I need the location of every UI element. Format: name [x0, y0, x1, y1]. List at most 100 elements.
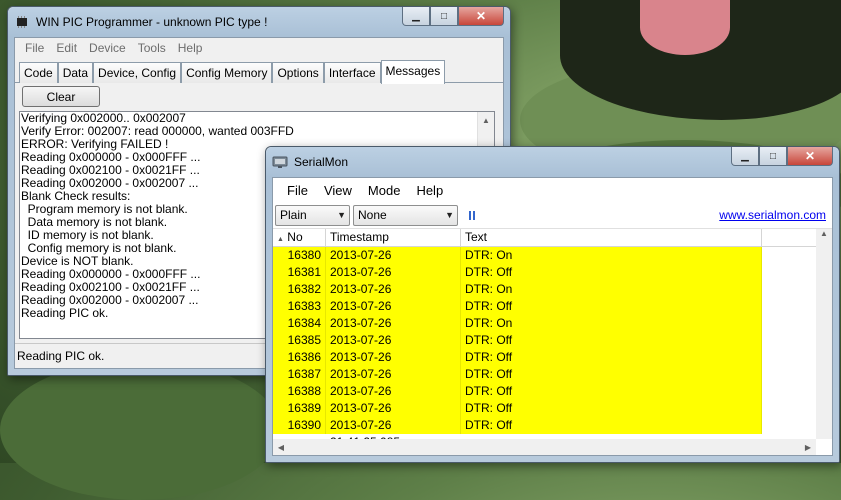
maximize-icon: □: [440, 10, 448, 22]
cell-no: 16388: [273, 383, 326, 400]
menu-tools[interactable]: Tools: [132, 41, 172, 55]
tab-messages[interactable]: Messages: [380, 60, 446, 84]
cell-no: 16384: [273, 315, 326, 332]
table-row[interactable]: 163872013-07-26 21:41:25.085DTR: Off: [273, 366, 832, 398]
table-row[interactable]: 163812013-07-26 21:41:25.084DTR: Off: [273, 264, 832, 296]
chip-icon: [17, 16, 27, 28]
scroll-right-icon[interactable]: ▶: [800, 443, 816, 452]
tab-device-config[interactable]: Device, Config: [93, 62, 182, 83]
vertical-scrollbar[interactable]: ▲: [816, 229, 832, 439]
window-title: WIN PIC Programmer - unknown PIC type !: [36, 15, 268, 29]
menu-device[interactable]: Device: [83, 41, 132, 55]
scroll-up-icon[interactable]: ▲: [816, 229, 832, 238]
menu-help[interactable]: Help: [408, 183, 451, 198]
website-link[interactable]: www.serialmon.com: [719, 208, 826, 222]
chevron-down-icon: ▼: [445, 210, 454, 220]
toolbar: Plain ▼ None ▼ www.serialmon.com: [273, 202, 832, 229]
cell-timestamp: 2013-07-26 21:41:25.085: [326, 383, 461, 415]
table-row[interactable]: 163802013-07-26 21:41:25.084DTR: On: [273, 247, 832, 279]
cell-timestamp: 2013-07-26 21:41:25.084: [326, 281, 461, 313]
clear-button[interactable]: Clear: [22, 86, 100, 107]
scroll-up-icon[interactable]: ▲: [478, 112, 494, 128]
serialmon-window: SerialMon ▁ □ ✕ File View Mode Help Plai…: [265, 146, 840, 463]
cell-text: DTR: Off: [461, 264, 762, 281]
column-header-no[interactable]: ▲ No: [273, 229, 326, 246]
data-grid[interactable]: ▲ No Timestamp Text 163802013-07-26 21:4…: [273, 229, 832, 455]
tab-config-memory[interactable]: Config Memory: [181, 62, 273, 83]
tab-strip: Code Data Device, Config Config Memory O…: [15, 57, 503, 84]
cell-timestamp: 2013-07-26 21:41:25.084: [326, 332, 461, 364]
cell-no: 16390: [273, 417, 326, 434]
window-title: SerialMon: [294, 155, 349, 169]
minimize-icon: ▁: [741, 150, 749, 162]
close-button[interactable]: ✕: [787, 147, 833, 166]
horizontal-scrollbar[interactable]: ◀ ▶: [273, 439, 816, 455]
cell-text: DTR: Off: [461, 417, 762, 434]
cell-text: DTR: Off: [461, 332, 762, 349]
cell-timestamp: 2013-07-26 21:41:25.085: [326, 417, 461, 449]
wallpaper-shape: [640, 0, 730, 55]
cell-text: DTR: Off: [461, 349, 762, 366]
maximize-icon: □: [769, 150, 777, 162]
serialmon-client: File View Mode Help Plain ▼ None ▼ www.s…: [272, 177, 833, 456]
maximize-button[interactable]: □: [759, 147, 787, 166]
cell-no: 16380: [273, 247, 326, 264]
tab-code[interactable]: Code: [19, 62, 58, 83]
grid-header: ▲ No Timestamp Text: [273, 229, 832, 247]
minimize-button[interactable]: ▁: [731, 147, 759, 166]
filter-value: None: [358, 208, 387, 222]
pause-icon[interactable]: [469, 210, 477, 220]
cell-no: 16381: [273, 264, 326, 281]
close-icon: ✕: [804, 149, 816, 163]
cell-text: DTR: On: [461, 247, 762, 264]
cell-timestamp: 2013-07-26 21:41:25.084: [326, 315, 461, 347]
menu-file[interactable]: File: [279, 183, 316, 198]
cell-timestamp: 2013-07-26 21:41:25.085: [326, 366, 461, 398]
cell-timestamp: 2013-07-26 21:41:25.084: [326, 247, 461, 279]
cell-timestamp: 2013-07-26 21:41:25.085: [326, 400, 461, 432]
menu-help[interactable]: Help: [172, 41, 209, 55]
chevron-down-icon: ▼: [337, 210, 346, 220]
cell-text: DTR: On: [461, 281, 762, 298]
column-header-timestamp[interactable]: Timestamp: [326, 229, 461, 246]
cell-no: 16387: [273, 366, 326, 383]
maximize-button[interactable]: □: [430, 7, 458, 26]
table-row[interactable]: 163902013-07-26 21:41:25.085DTR: Off: [273, 417, 832, 449]
cell-text: DTR: Off: [461, 298, 762, 315]
minimize-button[interactable]: ▁: [402, 7, 430, 26]
minimize-icon: ▁: [412, 10, 420, 22]
menu-view[interactable]: View: [316, 183, 360, 198]
cell-no: 16386: [273, 349, 326, 366]
table-row[interactable]: 163832013-07-26 21:41:25.084DTR: Off: [273, 298, 832, 330]
close-icon: ✕: [475, 9, 487, 23]
table-row[interactable]: 163842013-07-26 21:41:25.084DTR: On: [273, 315, 832, 347]
tab-options[interactable]: Options: [272, 62, 324, 83]
cell-text: DTR: Off: [461, 366, 762, 383]
scroll-left-icon[interactable]: ◀: [273, 443, 289, 452]
tab-interface[interactable]: Interface: [323, 62, 381, 83]
menu-mode[interactable]: Mode: [360, 183, 409, 198]
table-row[interactable]: 163822013-07-26 21:41:25.084DTR: On: [273, 281, 832, 313]
cell-no: 16383: [273, 298, 326, 315]
filter-select[interactable]: None ▼: [353, 204, 458, 226]
menu-file[interactable]: File: [19, 41, 50, 55]
table-row[interactable]: 163852013-07-26 21:41:25.084DTR: Off: [273, 332, 832, 364]
status-text: Reading PIC ok.: [17, 349, 105, 363]
cell-timestamp: 2013-07-26 21:41:25.085: [326, 349, 461, 381]
table-row[interactable]: 163892013-07-26 21:41:25.085DTR: Off: [273, 400, 832, 432]
cell-no: 16389: [273, 400, 326, 417]
column-header-text[interactable]: Text: [461, 229, 762, 246]
table-row[interactable]: 163862013-07-26 21:41:25.085DTR: Off: [273, 349, 832, 381]
caption-buttons: ▁ □ ✕: [402, 7, 504, 26]
view-mode-select[interactable]: Plain ▼: [275, 204, 350, 226]
cell-text: DTR: Off: [461, 383, 762, 400]
menu-edit[interactable]: Edit: [50, 41, 83, 55]
tab-data[interactable]: Data: [57, 62, 94, 83]
wallpaper-shape: [0, 360, 280, 500]
table-row[interactable]: 163882013-07-26 21:41:25.085DTR: Off: [273, 383, 832, 415]
menubar: File Edit Device Tools Help: [15, 38, 503, 57]
serial-port-icon: [272, 156, 288, 168]
column-header-label: No: [287, 230, 303, 244]
close-button[interactable]: ✕: [458, 7, 504, 26]
menubar: File View Mode Help: [273, 178, 832, 202]
